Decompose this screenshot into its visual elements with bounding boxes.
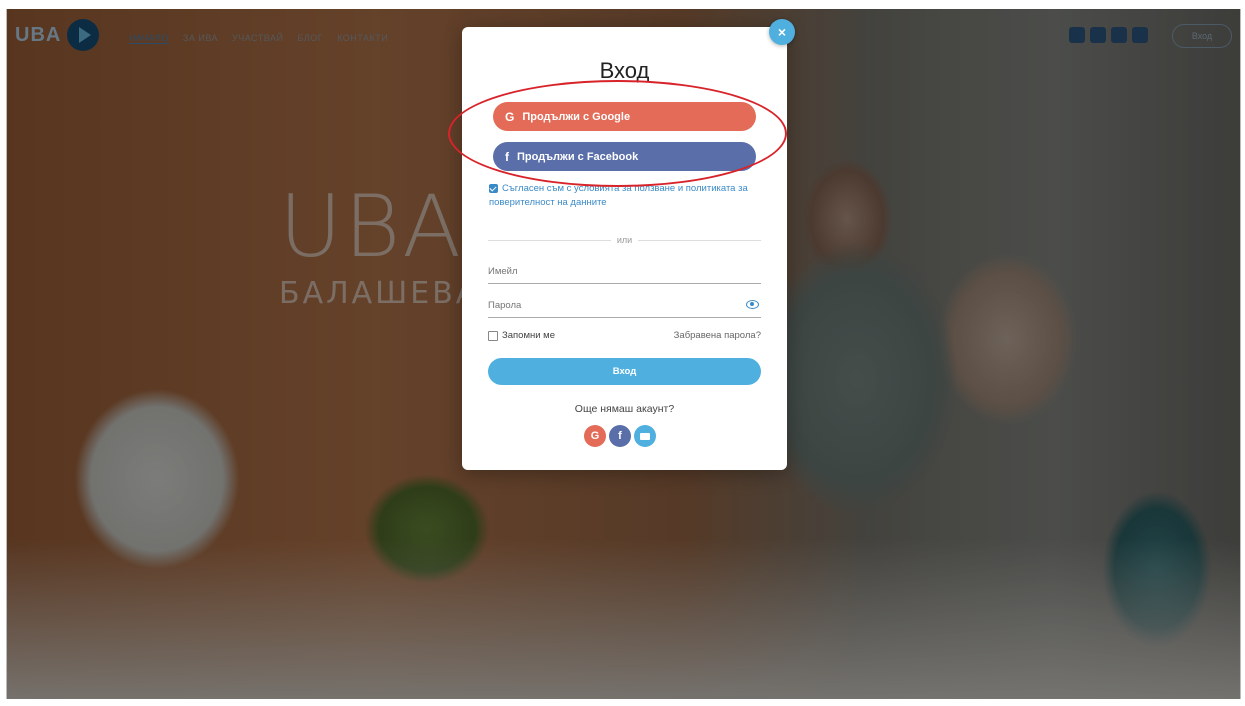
mail-icon — [640, 432, 650, 440]
remember-me-label: Запомни ме — [502, 330, 555, 341]
remember-me-checkbox[interactable] — [488, 330, 498, 341]
or-divider: или — [488, 235, 761, 245]
login-modal: Вход G Продължи с Google f Продължи с Fa… — [462, 27, 787, 470]
close-modal-button[interactable]: × — [769, 19, 795, 45]
google-login-label: Продължи с Google — [522, 110, 631, 123]
consent-text[interactable]: Съгласен съм с условията за ползване и п… — [489, 183, 748, 208]
password-field[interactable] — [488, 295, 761, 318]
no-account-text: Още нямаш акаунт? — [574, 403, 675, 415]
google-icon: G — [590, 430, 600, 442]
email-field[interactable] — [488, 261, 761, 284]
close-icon: × — [777, 24, 787, 40]
remember-me-row[interactable]: Запомни ме — [488, 330, 555, 341]
google-icon: G — [505, 109, 515, 124]
facebook-login-label: Продължи с Facebook — [517, 150, 639, 163]
login-submit-label: Вход — [612, 366, 637, 377]
or-divider-label: или — [616, 235, 633, 245]
google-login-button[interactable]: G Продължи с Google — [493, 102, 756, 131]
email-input[interactable] — [488, 266, 728, 277]
register-google-button[interactable]: G — [584, 425, 606, 447]
login-submit-button[interactable]: Вход — [488, 358, 761, 385]
register-facebook-button[interactable]: f — [609, 425, 631, 447]
show-password-icon[interactable] — [746, 300, 759, 309]
register-email-button[interactable] — [634, 425, 656, 447]
password-input[interactable] — [488, 300, 728, 311]
facebook-login-button[interactable]: f Продължи с Facebook — [493, 142, 756, 171]
facebook-icon: f — [505, 149, 509, 164]
forgot-password-link[interactable]: Забравена парола? — [674, 330, 761, 341]
consent-checkbox[interactable] — [489, 183, 498, 193]
modal-title: Вход — [599, 58, 650, 83]
consent-checkbox-row[interactable]: Съгласен съм с условията за ползване и п… — [489, 182, 764, 210]
register-options: G f — [584, 425, 656, 447]
facebook-icon: f — [618, 430, 622, 442]
